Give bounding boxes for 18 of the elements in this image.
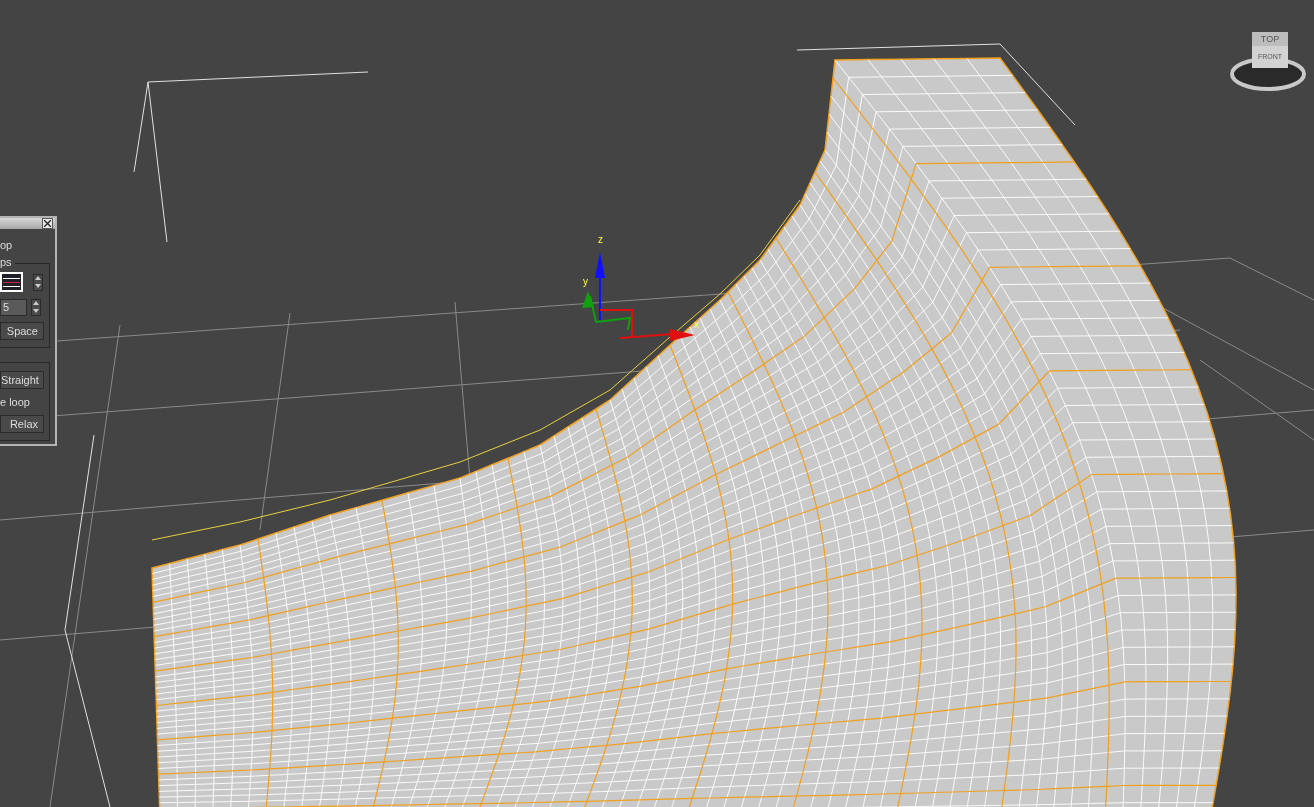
y-axis-arrow-icon[interactable]: [582, 291, 632, 331]
panel-button[interactable]: Space: [0, 322, 44, 340]
axis-label: x: [694, 320, 699, 330]
panel-label: op: [0, 238, 14, 252]
panel-button[interactable]: Straight: [0, 371, 44, 389]
axis-label: z: [598, 235, 603, 245]
color-swatch[interactable]: [0, 272, 23, 292]
x-axis-arrow-icon[interactable]: [599, 309, 695, 341]
close-button[interactable]: [42, 218, 53, 229]
axis-label: y: [583, 277, 588, 287]
number-input-field[interactable]: 5: [0, 298, 27, 316]
z-axis-arrow-icon[interactable]: [595, 252, 605, 321]
spinner-arrows-icon[interactable]: [31, 298, 41, 316]
cube-top-face[interactable]: TOP: [1252, 32, 1288, 46]
close-icon: [44, 220, 51, 227]
spinner-arrows-icon[interactable]: [33, 273, 43, 291]
panel-label: e loop: [0, 395, 31, 409]
panel-button[interactable]: Relax: [0, 415, 44, 433]
